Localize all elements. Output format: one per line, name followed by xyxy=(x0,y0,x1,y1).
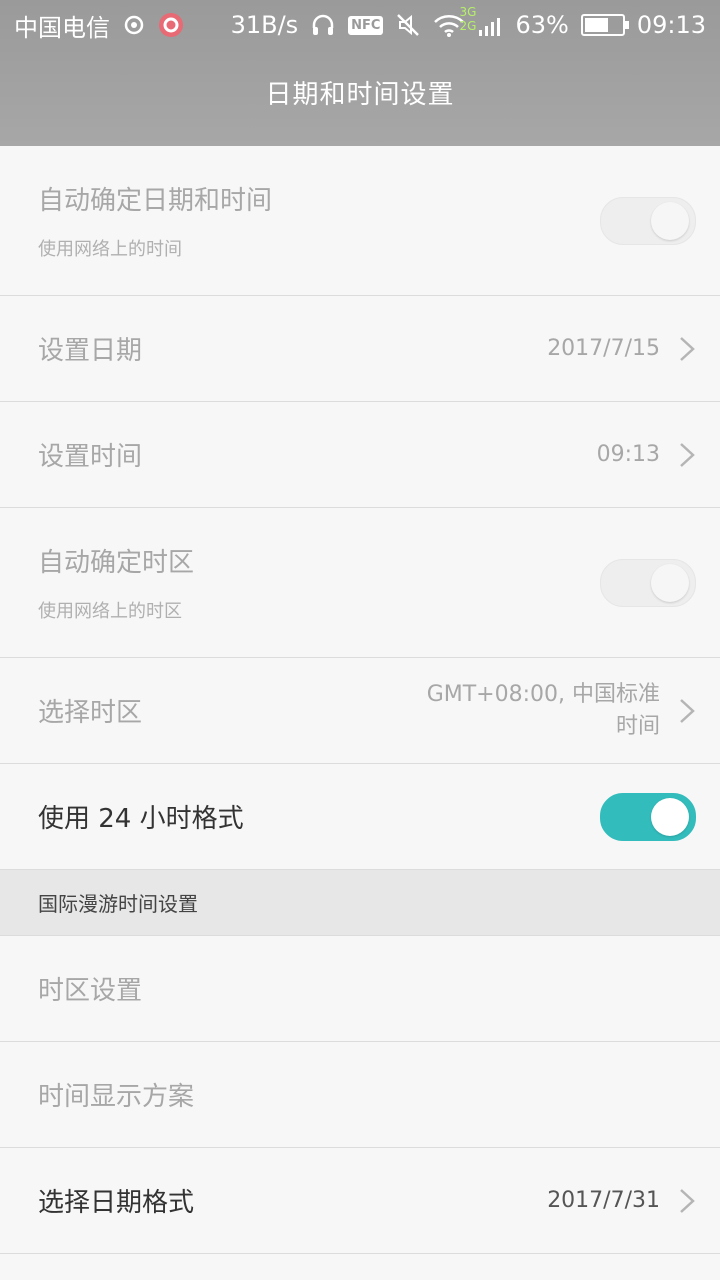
status-bar: 中国电信 31B/s NFC 3G 2G 63% 09:13 xyxy=(0,0,720,50)
toggle-knob xyxy=(651,797,689,836)
select-date-format-row[interactable]: 选择日期格式 2017/7/31 xyxy=(0,1148,720,1254)
auto-timezone-row[interactable]: 自动确定时区 使用网络上的时区 xyxy=(0,508,720,658)
row-value: 2017/7/31 xyxy=(547,1187,660,1213)
network-2g: 2G xyxy=(459,19,477,33)
carrier-label: 中国电信 xyxy=(14,13,110,42)
use-24-hour-toggle[interactable] xyxy=(600,792,696,841)
row-right: 09:13 xyxy=(597,439,696,471)
row-title: 自动确定时区 xyxy=(38,548,195,578)
row-subtitle: 使用网络上的时间 xyxy=(38,239,182,260)
row-text: 自动确定日期和时间 使用网络上的时间 xyxy=(38,180,272,261)
battery-fill xyxy=(584,18,608,32)
chevron-right-icon xyxy=(680,336,695,361)
set-date-row[interactable]: 设置日期 2017/7/15 xyxy=(0,296,720,402)
sync-icon xyxy=(122,13,146,37)
battery-icon xyxy=(580,14,629,36)
auto-date-time-row[interactable]: 自动确定日期和时间 使用网络上的时间 xyxy=(0,146,720,296)
chevron-right-icon xyxy=(680,442,695,467)
nfc-icon: NFC xyxy=(348,15,384,35)
row-text: 自动确定时区 使用网络上的时区 xyxy=(38,542,194,623)
chevron-right-icon xyxy=(680,1188,695,1213)
row-title: 自动确定日期和时间 xyxy=(38,186,273,216)
row-title: 选择日期格式 xyxy=(38,1188,195,1218)
network-3g: 3G xyxy=(459,5,477,19)
row-value: 2017/7/15 xyxy=(547,335,660,361)
clock: 09:13 xyxy=(636,11,706,39)
toggle-knob xyxy=(651,563,689,602)
row-title: 使用 24 小时格式 xyxy=(38,804,244,834)
auto-date-time-toggle[interactable] xyxy=(600,196,696,245)
auto-timezone-toggle[interactable] xyxy=(600,558,696,607)
row-title: 时间显示方案 xyxy=(38,1082,195,1112)
row-subtitle: 使用网络上的时区 xyxy=(38,601,182,622)
toggle-knob xyxy=(651,201,689,240)
row-value: 09:13 xyxy=(596,441,660,467)
row-title: 设置时间 xyxy=(38,442,143,472)
roaming-section-header: 国际漫游时间设置 xyxy=(0,870,720,936)
network-speed: 31B/s xyxy=(230,11,299,39)
headphones-icon xyxy=(310,12,336,38)
signal-3g-2g-icon: 3G 2G xyxy=(459,6,503,38)
settings-list: 自动确定日期和时间 使用网络上的时间 设置日期 2017/7/15 设置时间 0… xyxy=(0,146,720,1254)
app-header: 中国电信 31B/s NFC 3G 2G 63% 09:13 日期和时间设置 xyxy=(0,0,720,146)
record-icon xyxy=(158,12,184,38)
set-time-row[interactable]: 设置时间 09:13 xyxy=(0,402,720,508)
use-24-hour-row[interactable]: 使用 24 小时格式 xyxy=(0,764,720,870)
battery-percent: 63% xyxy=(515,11,569,39)
row-right: GMT+08:00, 中国标准时间 xyxy=(420,679,696,743)
row-title: 设置日期 xyxy=(38,336,143,366)
row-title: 时区设置 xyxy=(38,976,143,1006)
time-display-scheme-row[interactable]: 时间显示方案 xyxy=(0,1042,720,1148)
row-title: 选择时区 xyxy=(38,698,143,728)
status-right: 31B/s NFC 3G 2G 63% 09:13 xyxy=(217,6,720,39)
select-timezone-row[interactable]: 选择时区 GMT+08:00, 中国标准时间 xyxy=(0,658,720,764)
page-title: 日期和时间设置 xyxy=(265,80,455,110)
section-label: 国际漫游时间设置 xyxy=(38,892,198,916)
row-value: GMT+08:00, 中国标准时间 xyxy=(426,681,660,739)
chevron-right-icon xyxy=(680,698,695,723)
mute-icon xyxy=(395,12,421,38)
timezone-settings-row[interactable]: 时区设置 xyxy=(0,936,720,1042)
row-right: 2017/7/31 xyxy=(547,1185,696,1217)
row-right: 2017/7/15 xyxy=(547,333,696,365)
status-left: 中国电信 xyxy=(0,8,198,43)
